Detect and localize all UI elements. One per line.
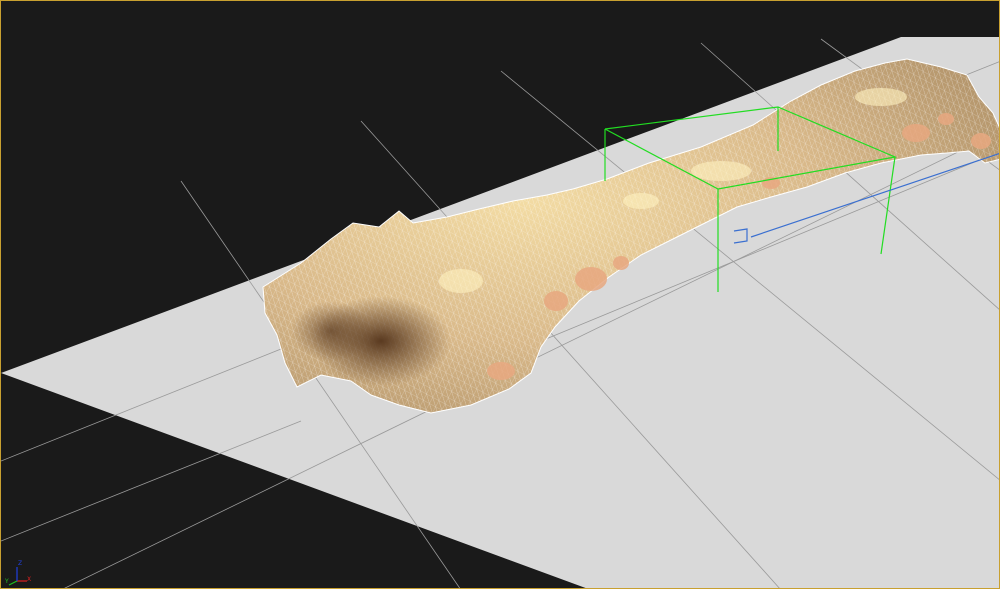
axis-z-label: Z [18,560,23,567]
axis-x-label: X [27,576,32,583]
axis-tripod: Z X Y [5,561,31,587]
scene-canvas[interactable] [1,1,1000,589]
3d-viewport[interactable]: Z X Y [0,0,1000,589]
axis-y-label: Y [5,578,9,585]
mesh-cavity-shadow [291,301,371,361]
